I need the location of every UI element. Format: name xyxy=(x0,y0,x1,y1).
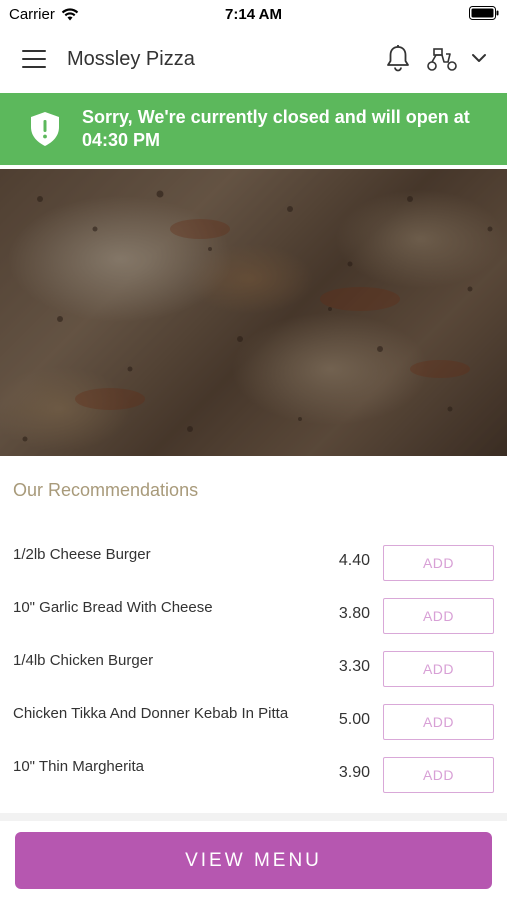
item-price: 3.90 xyxy=(338,764,370,781)
recommendations-list: 1/2lb Cheese Burger 4.40 ADD 10" Garlic … xyxy=(0,538,507,803)
list-item: 10" Garlic Bread With Cheese 3.80 ADD xyxy=(0,591,507,644)
hero-pizza-image xyxy=(0,169,507,456)
chevron-down-icon[interactable] xyxy=(470,50,488,66)
add-button[interactable]: ADD xyxy=(383,704,494,740)
hero-overlay xyxy=(0,169,507,456)
view-menu-button[interactable]: VIEW MENU xyxy=(15,832,492,889)
battery-icon xyxy=(469,6,499,20)
add-button[interactable]: ADD xyxy=(383,598,494,634)
add-button[interactable]: ADD xyxy=(383,757,494,793)
list-item: 1/4lb Chicken Burger 3.30 ADD xyxy=(0,644,507,697)
list-item: 10" Thin Margherita 3.90 ADD xyxy=(0,750,507,803)
add-button[interactable]: ADD xyxy=(383,545,494,581)
item-price: 3.30 xyxy=(338,658,370,675)
item-name: 10" Garlic Bread With Cheese xyxy=(13,599,213,616)
recommendations-heading: Our Recommendations xyxy=(13,480,199,500)
item-name: Chicken Tikka And Donner Kebab In Pitta xyxy=(13,705,289,722)
item-price: 3.80 xyxy=(338,605,370,622)
status-time: 7:14 AM xyxy=(225,6,282,23)
section-divider xyxy=(0,813,507,821)
shield-alert-icon xyxy=(31,112,59,146)
add-button[interactable]: ADD xyxy=(383,651,494,687)
list-item: 1/2lb Cheese Burger 4.40 ADD xyxy=(0,538,507,591)
page-title: Mossley Pizza xyxy=(67,48,195,70)
bell-icon[interactable] xyxy=(385,44,411,72)
item-name: 10" Thin Margherita xyxy=(13,758,144,775)
status-bar: Carrier 7:14 AM xyxy=(0,0,507,28)
app-header: Mossley Pizza xyxy=(0,28,507,92)
closed-banner: Sorry, We're currently closed and will o… xyxy=(0,93,507,165)
item-name: 1/4lb Chicken Burger xyxy=(13,652,154,669)
list-item: Chicken Tikka And Donner Kebab In Pitta … xyxy=(0,697,507,750)
closed-message: Sorry, We're currently closed and will o… xyxy=(82,107,470,150)
menu-icon[interactable] xyxy=(22,50,46,70)
item-name: 1/2lb Cheese Burger xyxy=(13,546,151,563)
item-price: 4.40 xyxy=(338,552,370,569)
delivery-scooter-icon[interactable] xyxy=(426,46,458,72)
item-price: 5.00 xyxy=(338,711,370,728)
